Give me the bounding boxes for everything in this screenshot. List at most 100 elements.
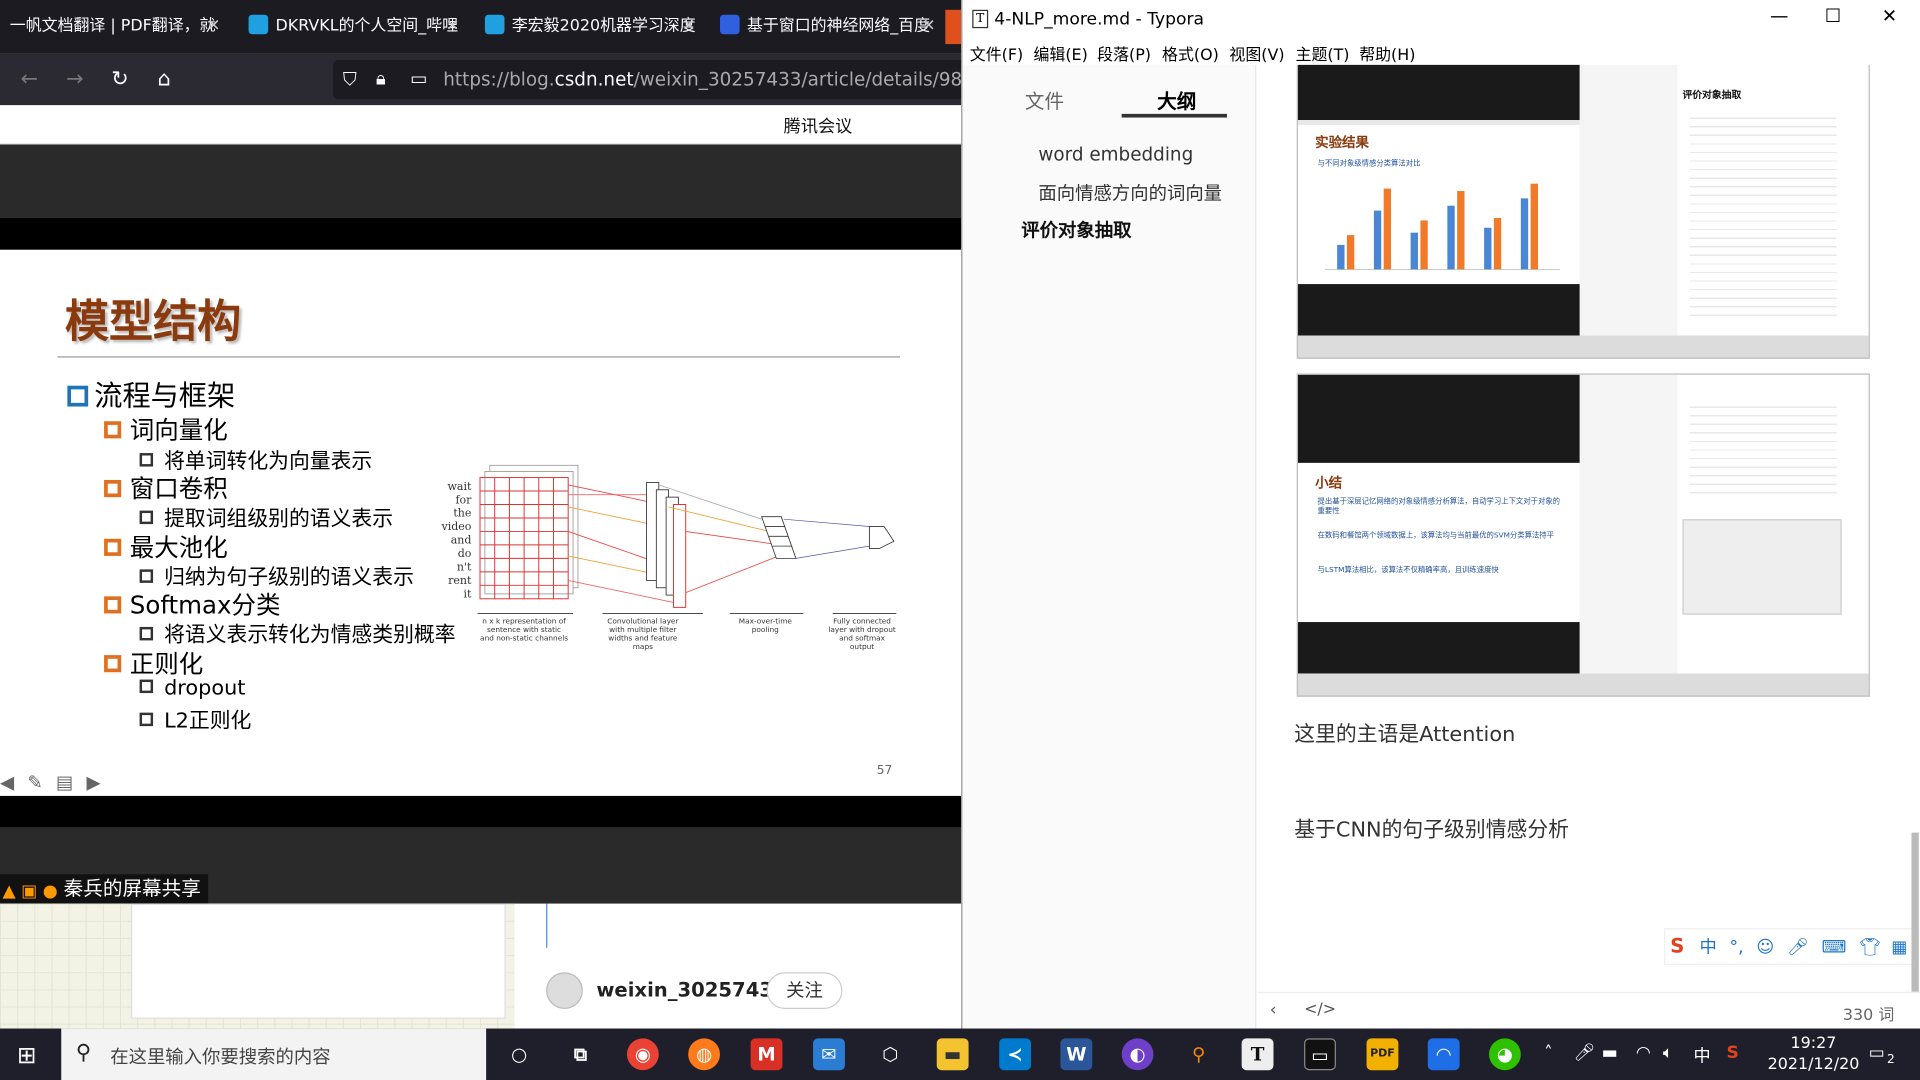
mini-bar — [1373, 210, 1382, 270]
terminal-icon[interactable]: ▭ — [1304, 1038, 1336, 1071]
shot-slide-area: 小结 提出基于深层记忆网络的对象级情感分析算法，自动学习上下文对于对象的重要性 … — [1297, 374, 1580, 674]
word-icon[interactable]: W — [1060, 1038, 1093, 1071]
shot-bullet: 提出基于深层记忆网络的对象级情感分析算法，自动学习上下文对于对象的重要性 — [1317, 497, 1561, 516]
sogou-tray-icon[interactable]: S — [1727, 1043, 1739, 1063]
slide-bullet: L2正则化 — [139, 703, 251, 733]
file-explorer-icon[interactable]: ▬ — [936, 1038, 969, 1071]
notification-icon[interactable]: ▭ — [1869, 1043, 1885, 1063]
diagram-word: rent — [448, 574, 472, 587]
search-placeholder: 在这里输入你要搜索的内容 — [110, 1045, 331, 1068]
browser-tab[interactable]: 李宏毅2020机器学习深度 ✕ — [475, 7, 703, 46]
ime-toolbar[interactable]: S 中 °, ☺ 🎤︎ ⌨ 👕︎ ▦ — [1664, 928, 1919, 965]
reader-icon[interactable]: ▭ — [410, 67, 427, 89]
search-tool-icon[interactable]: ⚲ — [1183, 1038, 1215, 1070]
word-count[interactable]: 330 词 — [1843, 1002, 1894, 1025]
paragraph[interactable]: 基于CNN的句子级别情感分析 — [1294, 812, 1569, 842]
menu-edit[interactable]: 编辑(E) — [1033, 42, 1087, 65]
menu-theme[interactable]: 主题(T) — [1296, 42, 1350, 65]
blank-panel — [131, 903, 506, 1019]
back-icon[interactable]: ← — [16, 66, 43, 93]
tray-expand-icon[interactable]: ˄ — [1544, 1043, 1553, 1063]
mini-bar — [1420, 220, 1428, 270]
follow-button[interactable]: 关注 — [766, 972, 843, 1009]
task-view-icon[interactable]: ⧉ — [564, 1038, 596, 1070]
wechat-icon[interactable]: ◕ — [1488, 1038, 1521, 1071]
meeting-icon[interactable]: ◠ — [1427, 1038, 1460, 1071]
skin-icon[interactable]: 👕︎ — [1859, 938, 1881, 958]
home-icon[interactable]: ⌂ — [151, 66, 178, 93]
bullet-square-icon — [104, 538, 122, 556]
pen-icon[interactable]: ✎ — [27, 771, 42, 793]
wifi-icon[interactable]: ◠ — [1636, 1043, 1651, 1063]
cortana-icon[interactable]: ○ — [503, 1038, 535, 1070]
sogou-icon[interactable]: S — [1670, 934, 1684, 957]
bullet-square-icon — [139, 510, 154, 525]
typora-taskbar-icon[interactable]: T — [1241, 1038, 1274, 1071]
virtualbox-icon[interactable]: ⬡ — [874, 1038, 906, 1070]
bullet-square-icon — [104, 655, 122, 673]
csdn-tab-icon[interactable] — [945, 9, 962, 45]
search-box[interactable]: ⚲ 在这里输入你要搜索的内容 — [61, 1028, 487, 1080]
shield-icon[interactable]: ⛉ — [343, 69, 357, 91]
prev-slide-icon[interactable]: ◀ — [0, 771, 14, 793]
tab-title: 李宏毅2020机器学习深度 — [511, 17, 696, 36]
volume-icon[interactable]: 🔈︎ — [1663, 1043, 1673, 1063]
gmail-icon[interactable]: M — [750, 1038, 783, 1071]
keyboard-icon[interactable]: ⌨ — [1822, 938, 1847, 958]
toggle-sidebar-icon[interactable]: ‹ — [1270, 1000, 1277, 1020]
forward-icon[interactable]: → — [61, 66, 88, 93]
shot-title: 小结 — [1315, 475, 1343, 492]
source-mode-icon[interactable]: </> — [1304, 1000, 1336, 1018]
slide-bullet: 正则化 — [104, 644, 203, 680]
menu-icon[interactable]: ▤ — [56, 771, 73, 793]
outline-item[interactable]: word embedding — [1038, 143, 1193, 165]
shot-taskbar — [1297, 673, 1869, 696]
punctuation-icon[interactable]: °, — [1730, 938, 1744, 958]
browser-tab[interactable]: DKRVKL的个人空间_哔哩 ✕ — [239, 7, 467, 46]
pdf-icon[interactable]: PDF — [1366, 1038, 1399, 1071]
mic-icon[interactable]: 🎤︎ — [1787, 938, 1809, 958]
scrollbar[interactable] — [1911, 832, 1919, 992]
tab-files[interactable]: 文件 — [1025, 84, 1064, 113]
outline-item-active[interactable]: 评价对象抽取 — [1021, 217, 1131, 243]
url-bar[interactable]: ⛉ 🔒︎ ▭ https://blog.csdn.net/weixin_3025… — [333, 60, 962, 100]
slide-divider — [57, 356, 901, 358]
next-slide-icon[interactable]: ▶ — [87, 771, 101, 793]
clock[interactable]: 19:27 2021/12/20 — [1765, 1033, 1863, 1075]
tab-outline[interactable]: 大纲 — [1157, 84, 1196, 113]
bilibili-icon — [248, 14, 269, 35]
grid-icon[interactable]: ▦ — [1891, 938, 1907, 958]
chrome-icon[interactable]: ◉ — [626, 1038, 659, 1071]
maximize-icon[interactable]: ☐ — [1818, 5, 1847, 32]
mail-icon[interactable]: ✉ — [813, 1038, 845, 1071]
mic-tray-icon[interactable]: 🎤︎ — [1573, 1043, 1595, 1063]
emoji-icon[interactable]: ☺ — [1756, 938, 1774, 958]
paragraph[interactable]: 这里的主语是Attention — [1294, 716, 1515, 746]
menu-file[interactable]: 文件(F) — [970, 42, 1023, 65]
firefox-icon[interactable]: ◍ — [688, 1038, 721, 1071]
ime-mode[interactable]: 中 — [1700, 938, 1717, 958]
share-user-icons: ▲ ▣ ● — [2, 881, 58, 902]
outline-item[interactable]: 面向情感方向的词向量 — [1038, 180, 1222, 206]
avatar[interactable] — [546, 972, 583, 1009]
ime-tray[interactable]: 中 — [1693, 1043, 1710, 1067]
menu-format[interactable]: 格式(O) — [1162, 42, 1219, 65]
menu-help[interactable]: 帮助(H) — [1359, 42, 1415, 65]
lock-icon[interactable]: 🔒︎ — [376, 67, 386, 89]
author-name[interactable]: weixin_30257433 — [596, 978, 786, 1001]
vscode-icon[interactable]: ≺ — [999, 1038, 1032, 1071]
windows-start-icon[interactable]: ⊞ — [17, 1042, 36, 1069]
browser-tab[interactable]: ✕ 一帆文档翻译 | PDF翻译，就 — [0, 7, 228, 46]
minimize-icon[interactable]: — — [1765, 5, 1794, 32]
close-icon[interactable]: ✕ — [1875, 5, 1904, 32]
menu-paragraph[interactable]: 段落(P) — [1097, 42, 1151, 65]
menu-view[interactable]: 视图(V) — [1229, 42, 1284, 65]
reload-icon[interactable]: ↻ — [107, 66, 134, 93]
github-icon[interactable]: ◐ — [1121, 1038, 1154, 1071]
editor-area[interactable]: 实验结果 与不同对象级情感分类算法对比 评价对象抽取 小结 提出基于深层记忆网络… — [1257, 64, 1920, 992]
baidu-icon — [720, 14, 740, 35]
sidebar: 文件 大纲 word embedding 面向情感方向的词向量 评价对象抽取 — [962, 64, 1257, 1029]
browser-tab[interactable]: 基于窗口的神经网络_百度 ✕ — [710, 7, 943, 46]
shot-taskbar — [1297, 335, 1869, 358]
battery-icon[interactable]: ▬ — [1602, 1043, 1618, 1063]
